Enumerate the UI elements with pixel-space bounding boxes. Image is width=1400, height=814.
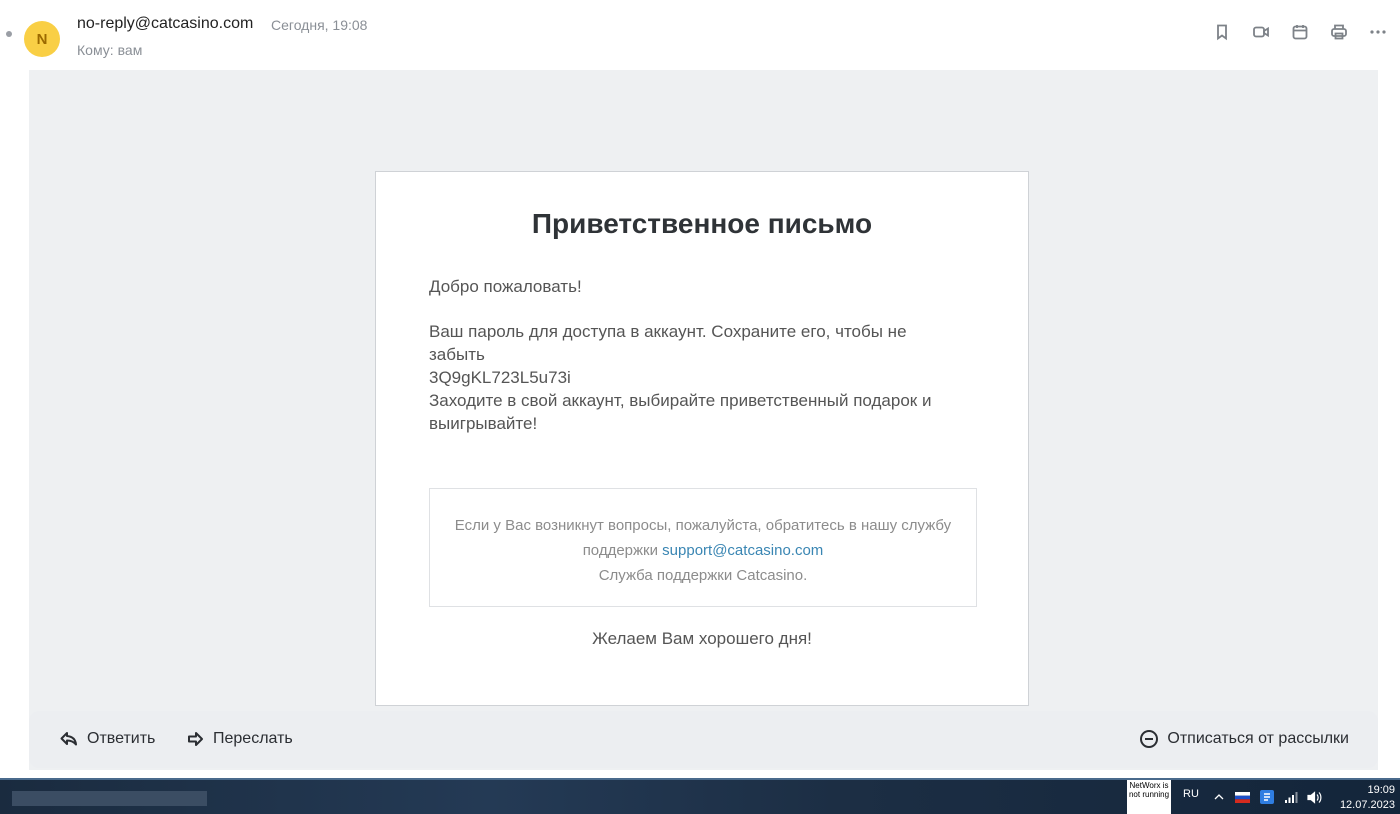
- volume-icon[interactable]: [1307, 790, 1322, 804]
- support-box: Если у Вас возникнут вопросы, пожалуйста…: [429, 488, 977, 607]
- avatar: N: [24, 21, 60, 57]
- unsubscribe-icon: [1140, 730, 1159, 748]
- unsubscribe-label: Отписаться от рассылки: [1167, 730, 1349, 747]
- recipient-value[interactable]: вам: [118, 42, 143, 58]
- support-email-link[interactable]: support@catcasino.com: [662, 542, 823, 559]
- app-tray-icon[interactable]: [1259, 790, 1274, 804]
- clock-time: 19:09: [1367, 784, 1395, 796]
- unread-dot: [6, 31, 12, 37]
- sender-email[interactable]: no-reply@catcasino.com: [77, 15, 253, 33]
- unsubscribe-button[interactable]: Отписаться от рассылки: [1139, 729, 1349, 749]
- farewell-text: Желаем Вам хорошего дня!: [592, 629, 812, 648]
- email-card: Приветственное письмо Добро пожаловать! …: [375, 171, 1029, 706]
- email-title: Приветственное письмо: [531, 208, 873, 239]
- message-action-bar: Ответить Переслать Отписаться от рассылк…: [29, 711, 1378, 768]
- password-value: 3Q9gKL723L5u73i: [429, 368, 571, 387]
- call-to-action-text: Заходите в свой аккаунт, выбирайте приве…: [429, 391, 932, 433]
- flag-icon[interactable]: [1235, 790, 1250, 804]
- windows-taskbar: NetWorx is not running RU 19:09 12.07.20…: [0, 778, 1400, 814]
- network-icon[interactable]: [1283, 790, 1298, 804]
- language-indicator[interactable]: RU: [1183, 788, 1199, 800]
- more-icon[interactable]: [1368, 21, 1388, 43]
- message-body: Приветственное письмо Добро пожаловать! …: [29, 70, 1378, 770]
- recipient-line: Кому: вам: [77, 42, 142, 58]
- reply-label: Ответить: [87, 730, 156, 747]
- taskbar-search-box[interactable]: [12, 791, 207, 806]
- forward-label: Переслать: [213, 730, 293, 747]
- clock-date: 12.07.2023: [1339, 799, 1395, 811]
- greeting-text: Добро пожаловать!: [429, 277, 582, 296]
- forward-icon: [188, 732, 203, 746]
- recipient-label: Кому:: [77, 42, 114, 58]
- email-text: Добро пожаловать! Ваш пароль для доступа…: [429, 275, 949, 435]
- video-icon[interactable]: [1251, 21, 1271, 43]
- forward-button[interactable]: Переслать: [185, 729, 293, 749]
- networx-widget[interactable]: NetWorx is not running: [1127, 780, 1171, 814]
- chevron-up-icon[interactable]: [1211, 790, 1226, 804]
- reply-button[interactable]: Ответить: [59, 729, 155, 749]
- calendar-icon[interactable]: [1290, 21, 1310, 43]
- taskbar-clock[interactable]: 19:09 12.07.2023: [1340, 783, 1395, 813]
- system-tray: [1211, 790, 1322, 804]
- support-signature: Служба поддержки Catcasino.: [598, 567, 808, 584]
- password-intro-text: Ваш пароль для доступа в аккаунт. Сохран…: [429, 322, 907, 364]
- message-date: Сегодня, 19:08: [271, 17, 368, 33]
- header-toolbar: [1212, 21, 1388, 43]
- bookmark-icon[interactable]: [1212, 21, 1232, 43]
- print-icon[interactable]: [1329, 21, 1349, 43]
- reply-icon: [60, 732, 77, 746]
